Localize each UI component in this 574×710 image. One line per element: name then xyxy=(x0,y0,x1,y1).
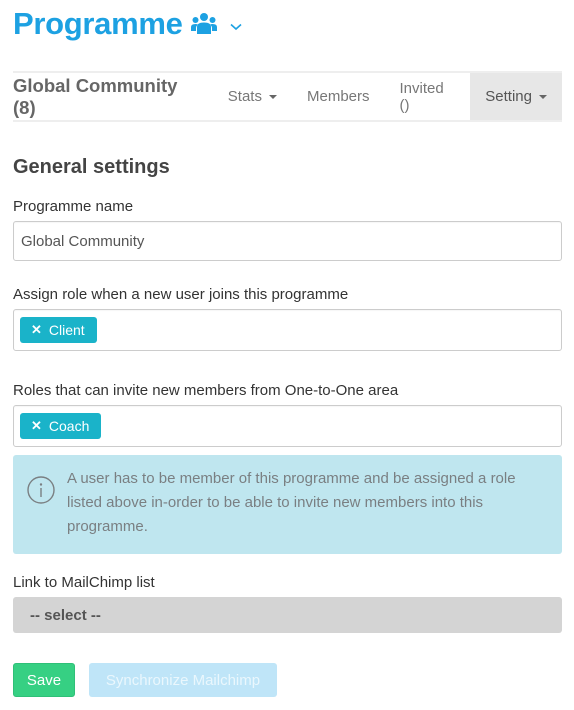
remove-tag-icon[interactable]: ✕ xyxy=(31,322,42,338)
info-text: A user has to be member of this programm… xyxy=(67,470,516,535)
mailchimp-select[interactable]: -- select -- xyxy=(13,597,562,633)
role-tag-coach[interactable]: ✕ Coach xyxy=(20,413,102,439)
invite-roles-label: Roles that can invite new members from O… xyxy=(13,382,399,399)
programme-name-label: Programme name xyxy=(13,198,134,215)
synchronize-mailchimp-button[interactable]: Synchronize Mailchimp xyxy=(89,663,277,697)
tab-stats[interactable]: Stats xyxy=(213,73,292,120)
role-tag-client[interactable]: ✕ Client xyxy=(20,317,97,343)
page-header: Programme xyxy=(13,4,243,44)
info-alert: A user has to be member of this programm… xyxy=(13,455,562,554)
invite-roles-multiselect[interactable]: ✕ Coach xyxy=(13,405,562,447)
users-group-icon xyxy=(190,12,217,36)
mailchimp-label: Link to MailChimp list xyxy=(13,574,155,591)
tab-setting[interactable]: Setting xyxy=(470,73,562,120)
save-button[interactable]: Save xyxy=(13,663,75,697)
assign-role-label: Assign role when a new user joins this p… xyxy=(13,286,349,303)
tab-invited[interactable]: Invited () xyxy=(385,73,471,120)
tab-invited-label: Invited () xyxy=(399,79,444,114)
programme-name-input[interactable] xyxy=(13,221,562,261)
tag-label: Coach xyxy=(48,418,90,434)
tab-members-label: Members xyxy=(306,88,370,105)
tab-members[interactable]: Members xyxy=(292,73,385,120)
caret-down-icon xyxy=(268,94,277,99)
page-title: Programme xyxy=(13,6,183,41)
tab-stats-label: Stats xyxy=(227,88,262,105)
chevron-down-icon[interactable] xyxy=(229,19,243,31)
tag-label: Client xyxy=(48,322,85,338)
tab-setting-label: Setting xyxy=(485,88,532,105)
nav-brand[interactable]: Global Community (8) xyxy=(13,73,213,120)
caret-down-icon xyxy=(539,94,547,99)
remove-tag-icon[interactable]: ✕ xyxy=(31,418,42,434)
assign-role-multiselect[interactable]: ✕ Client xyxy=(13,309,562,351)
info-circle-icon xyxy=(26,475,56,505)
section-title: General settings xyxy=(13,156,170,178)
programme-nav: Global Community (8) Stats Members Invit… xyxy=(13,71,562,122)
mailchimp-select-value: -- select -- xyxy=(30,606,101,624)
